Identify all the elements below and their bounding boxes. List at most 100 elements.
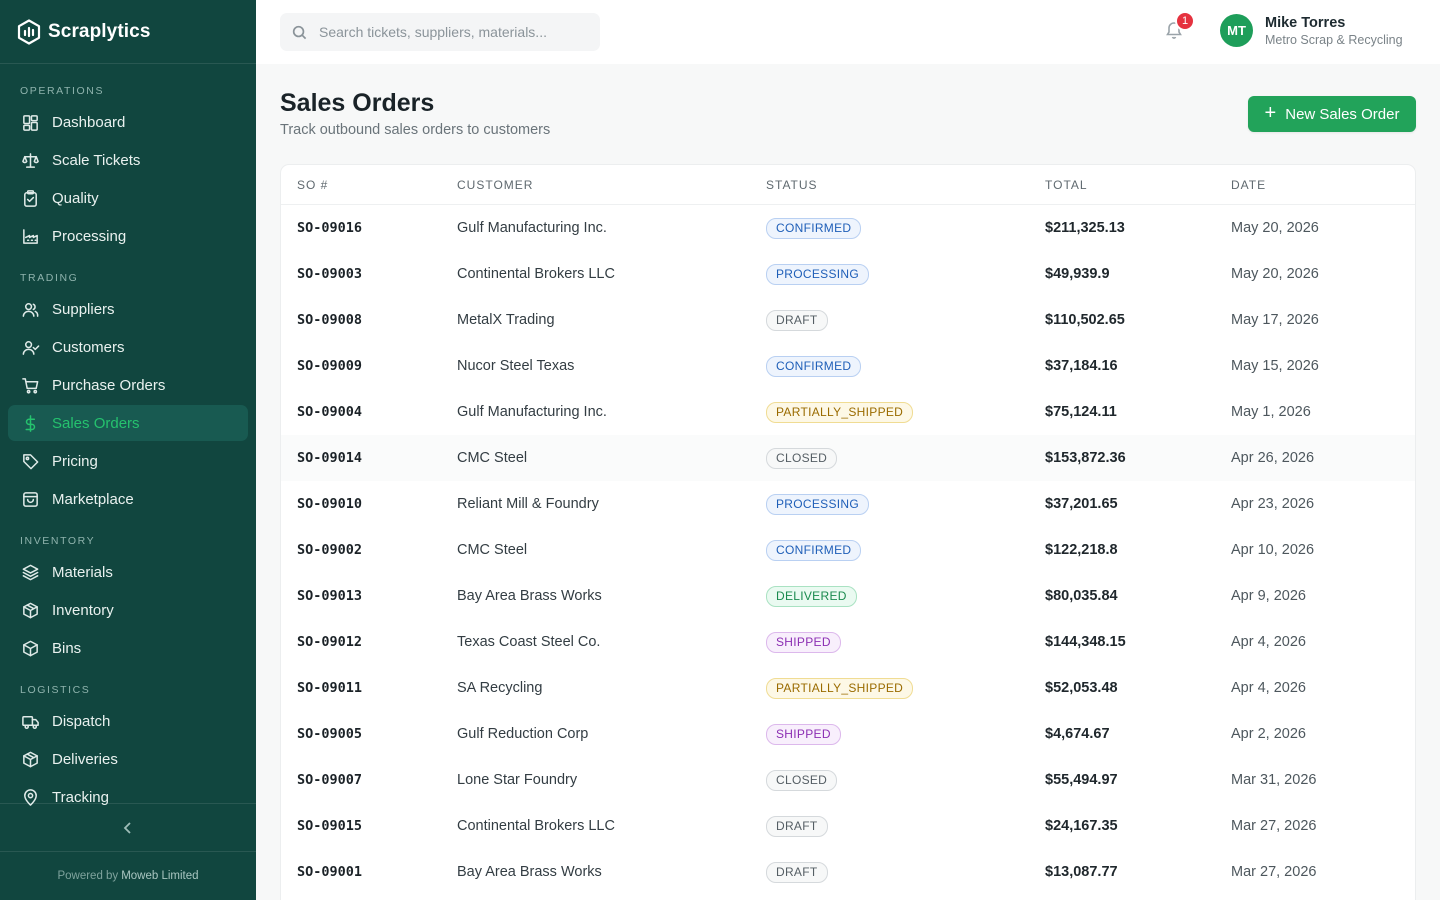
- cell-status: CONFIRMED: [766, 539, 862, 561]
- cell-date: Apr 4, 2026: [1231, 680, 1306, 696]
- cell-customer: Gulf Reduction Corp: [457, 726, 589, 742]
- table-row[interactable]: SO-09011 SA Recycling PARTIALLY_SHIPPED $52…: [281, 665, 1415, 711]
- cell-customer: Gulf Manufacturing Inc.: [457, 220, 607, 236]
- cell-customer: Continental Brokers LLC: [457, 818, 615, 834]
- cell-status: CLOSED: [766, 769, 838, 791]
- cell-customer: SA Recycling: [457, 680, 543, 696]
- table-row[interactable]: SO-09014 CMC Steel CLOSED $153,872.36 Apr 26…: [281, 435, 1415, 481]
- sidebar-item-quality[interactable]: Quality: [8, 180, 248, 216]
- cell-date: May 1, 2026: [1231, 404, 1311, 420]
- sidebar-item-label: Suppliers: [52, 300, 115, 318]
- table-row[interactable]: SO-09007 Lone Star Foundry CLOSED $55,494.9…: [281, 757, 1415, 803]
- sidebar-nav: OPERATIONS Dashboard Scale Tickets Quality P…: [0, 64, 256, 815]
- user-menu[interactable]: MT Mike Torres Metro Scrap & Recycling: [1220, 14, 1403, 47]
- table-row[interactable]: SO-09013 Bay Area Brass Works DELIVERED $80…: [281, 573, 1415, 619]
- sidebar-item-purchase-orders[interactable]: Purchase Orders: [8, 367, 248, 403]
- table-row[interactable]: SO-09004 Gulf Manufacturing Inc. PARTIALLY…: [281, 389, 1415, 435]
- cell-customer: MetalX Trading: [457, 312, 555, 328]
- cell-so-number: SO-09012: [297, 634, 363, 650]
- column-header-status[interactable]: STATUS: [766, 178, 818, 192]
- cell-date: May 20, 2026: [1231, 266, 1319, 282]
- status-badge: SHIPPED: [766, 631, 841, 653]
- cell-so-number: SO-09011: [297, 680, 363, 696]
- collapse-sidebar-button[interactable]: [0, 803, 256, 852]
- brand[interactable]: Scraplytics: [0, 0, 256, 64]
- column-header-total[interactable]: TOTAL: [1045, 178, 1088, 192]
- package-icon: [20, 600, 40, 620]
- chevron-left-icon: [123, 821, 131, 834]
- table-row[interactable]: SO-09005 Gulf Reduction Corp SHIPPED $4,674…: [281, 711, 1415, 757]
- cell-status: PROCESSING: [766, 493, 870, 515]
- new-sales-order-button[interactable]: + New Sales Order: [1248, 96, 1416, 132]
- cell-so-number: SO-09008: [297, 312, 363, 328]
- sidebar-item-bins[interactable]: Bins: [8, 630, 248, 666]
- cell-date: Mar 27, 2026: [1231, 864, 1317, 880]
- powered-by: Powered by Moweb Limited: [0, 852, 256, 900]
- sidebar-item-materials[interactable]: Materials: [8, 554, 248, 590]
- status-badge: DRAFT: [766, 815, 828, 837]
- user-organization: Metro Scrap & Recycling: [1265, 32, 1403, 47]
- cell-so-number: SO-09001: [297, 864, 363, 880]
- factory-icon: [20, 226, 40, 246]
- scale-icon: [20, 150, 40, 170]
- cell-date: Apr 26, 2026: [1231, 450, 1315, 466]
- scraplytics-logo-icon: [17, 18, 41, 45]
- cell-date: Apr 10, 2026: [1231, 542, 1315, 558]
- cell-total: $37,201.65: [1045, 496, 1118, 512]
- status-badge: PARTIALLY_SHIPPED: [766, 401, 914, 423]
- notification-count-badge: 1: [1175, 11, 1195, 31]
- table-row[interactable]: SO-09012 Texas Coast Steel Co. SHIPPED $144…: [281, 619, 1415, 665]
- table-row[interactable]: SO-09016 Gulf Manufacturing Inc. CONFIRMED…: [281, 205, 1415, 251]
- sidebar: Scraplytics OPERATIONS Dashboard Scale Tic…: [0, 0, 256, 900]
- search-input[interactable]: [319, 24, 589, 40]
- sidebar-item-deliveries[interactable]: Deliveries: [8, 741, 248, 777]
- status-badge: SHIPPED: [766, 723, 841, 745]
- powered-company[interactable]: Moweb Limited: [121, 870, 198, 882]
- sidebar-item-customers[interactable]: Customers: [8, 329, 248, 365]
- cell-so-number: SO-09002: [297, 542, 363, 558]
- sidebar-item-processing[interactable]: Processing: [8, 218, 248, 254]
- sidebar-item-sales-orders[interactable]: Sales Orders: [8, 405, 248, 441]
- column-header-customer[interactable]: CUSTOMER: [457, 178, 533, 192]
- sidebar-item-label: Quality: [52, 189, 99, 207]
- table-body: SO-09016 Gulf Manufacturing Inc. CONFIRMED…: [281, 205, 1415, 895]
- table-row[interactable]: SO-09001 Bay Area Brass Works DRAFT $13,087…: [281, 849, 1415, 895]
- page-subtitle: Track outbound sales orders to customers: [280, 122, 551, 138]
- sidebar-item-label: Pricing: [52, 452, 98, 470]
- status-badge: DELIVERED: [766, 585, 857, 607]
- search-box[interactable]: [280, 13, 600, 51]
- sidebar-item-label: Dashboard: [52, 113, 126, 131]
- cell-customer: Continental Brokers LLC: [457, 266, 615, 282]
- sidebar-item-marketplace[interactable]: Marketplace: [8, 481, 248, 517]
- cell-customer: Lone Star Foundry: [457, 772, 578, 788]
- table-row[interactable]: SO-09003 Continental Brokers LLC PROCESSIN…: [281, 251, 1415, 297]
- cart-icon: [20, 375, 40, 395]
- sidebar-item-pricing[interactable]: Pricing: [8, 443, 248, 479]
- table-row[interactable]: SO-09008 MetalX Trading DRAFT $110,502.65 Ma…: [281, 297, 1415, 343]
- table-row[interactable]: SO-09002 CMC Steel CONFIRMED $122,218.8 Apr …: [281, 527, 1415, 573]
- table-row[interactable]: SO-09010 Reliant Mill & Foundry PROCESSING…: [281, 481, 1415, 527]
- cell-customer: Reliant Mill & Foundry: [457, 496, 599, 512]
- plus-icon: +: [1264, 101, 1277, 124]
- sidebar-item-suppliers[interactable]: Suppliers: [8, 291, 248, 327]
- notifications-button[interactable]: 1: [1164, 11, 1195, 44]
- package-check-icon: [20, 749, 40, 769]
- sidebar-item-dispatch[interactable]: Dispatch: [8, 703, 248, 739]
- cell-date: Apr 2, 2026: [1231, 726, 1306, 742]
- sidebar-item-label: Dispatch: [52, 712, 111, 730]
- sidebar-item-inventory[interactable]: Inventory: [8, 592, 248, 628]
- layers-icon: [20, 562, 40, 582]
- cell-status: DRAFT: [766, 815, 828, 837]
- table-row[interactable]: SO-09015 Continental Brokers LLC DRAFT $24,…: [281, 803, 1415, 849]
- sidebar-item-scale-tickets[interactable]: Scale Tickets: [8, 142, 248, 178]
- cell-status: PARTIALLY_SHIPPED: [766, 677, 914, 699]
- table-row[interactable]: SO-09009 Nucor Steel Texas CONFIRMED $37,18…: [281, 343, 1415, 389]
- column-header-so[interactable]: SO #: [297, 178, 328, 192]
- sidebar-item-dashboard[interactable]: Dashboard: [8, 104, 248, 140]
- table-header: SO # CUSTOMER STATUS TOTAL DATE: [281, 165, 1415, 205]
- cell-total: $211,325.13: [1045, 220, 1125, 236]
- column-header-date[interactable]: DATE: [1231, 178, 1266, 192]
- cell-total: $52,053.48: [1045, 680, 1118, 696]
- search-icon: [292, 25, 307, 39]
- cell-total: $75,124.11: [1045, 404, 1117, 420]
